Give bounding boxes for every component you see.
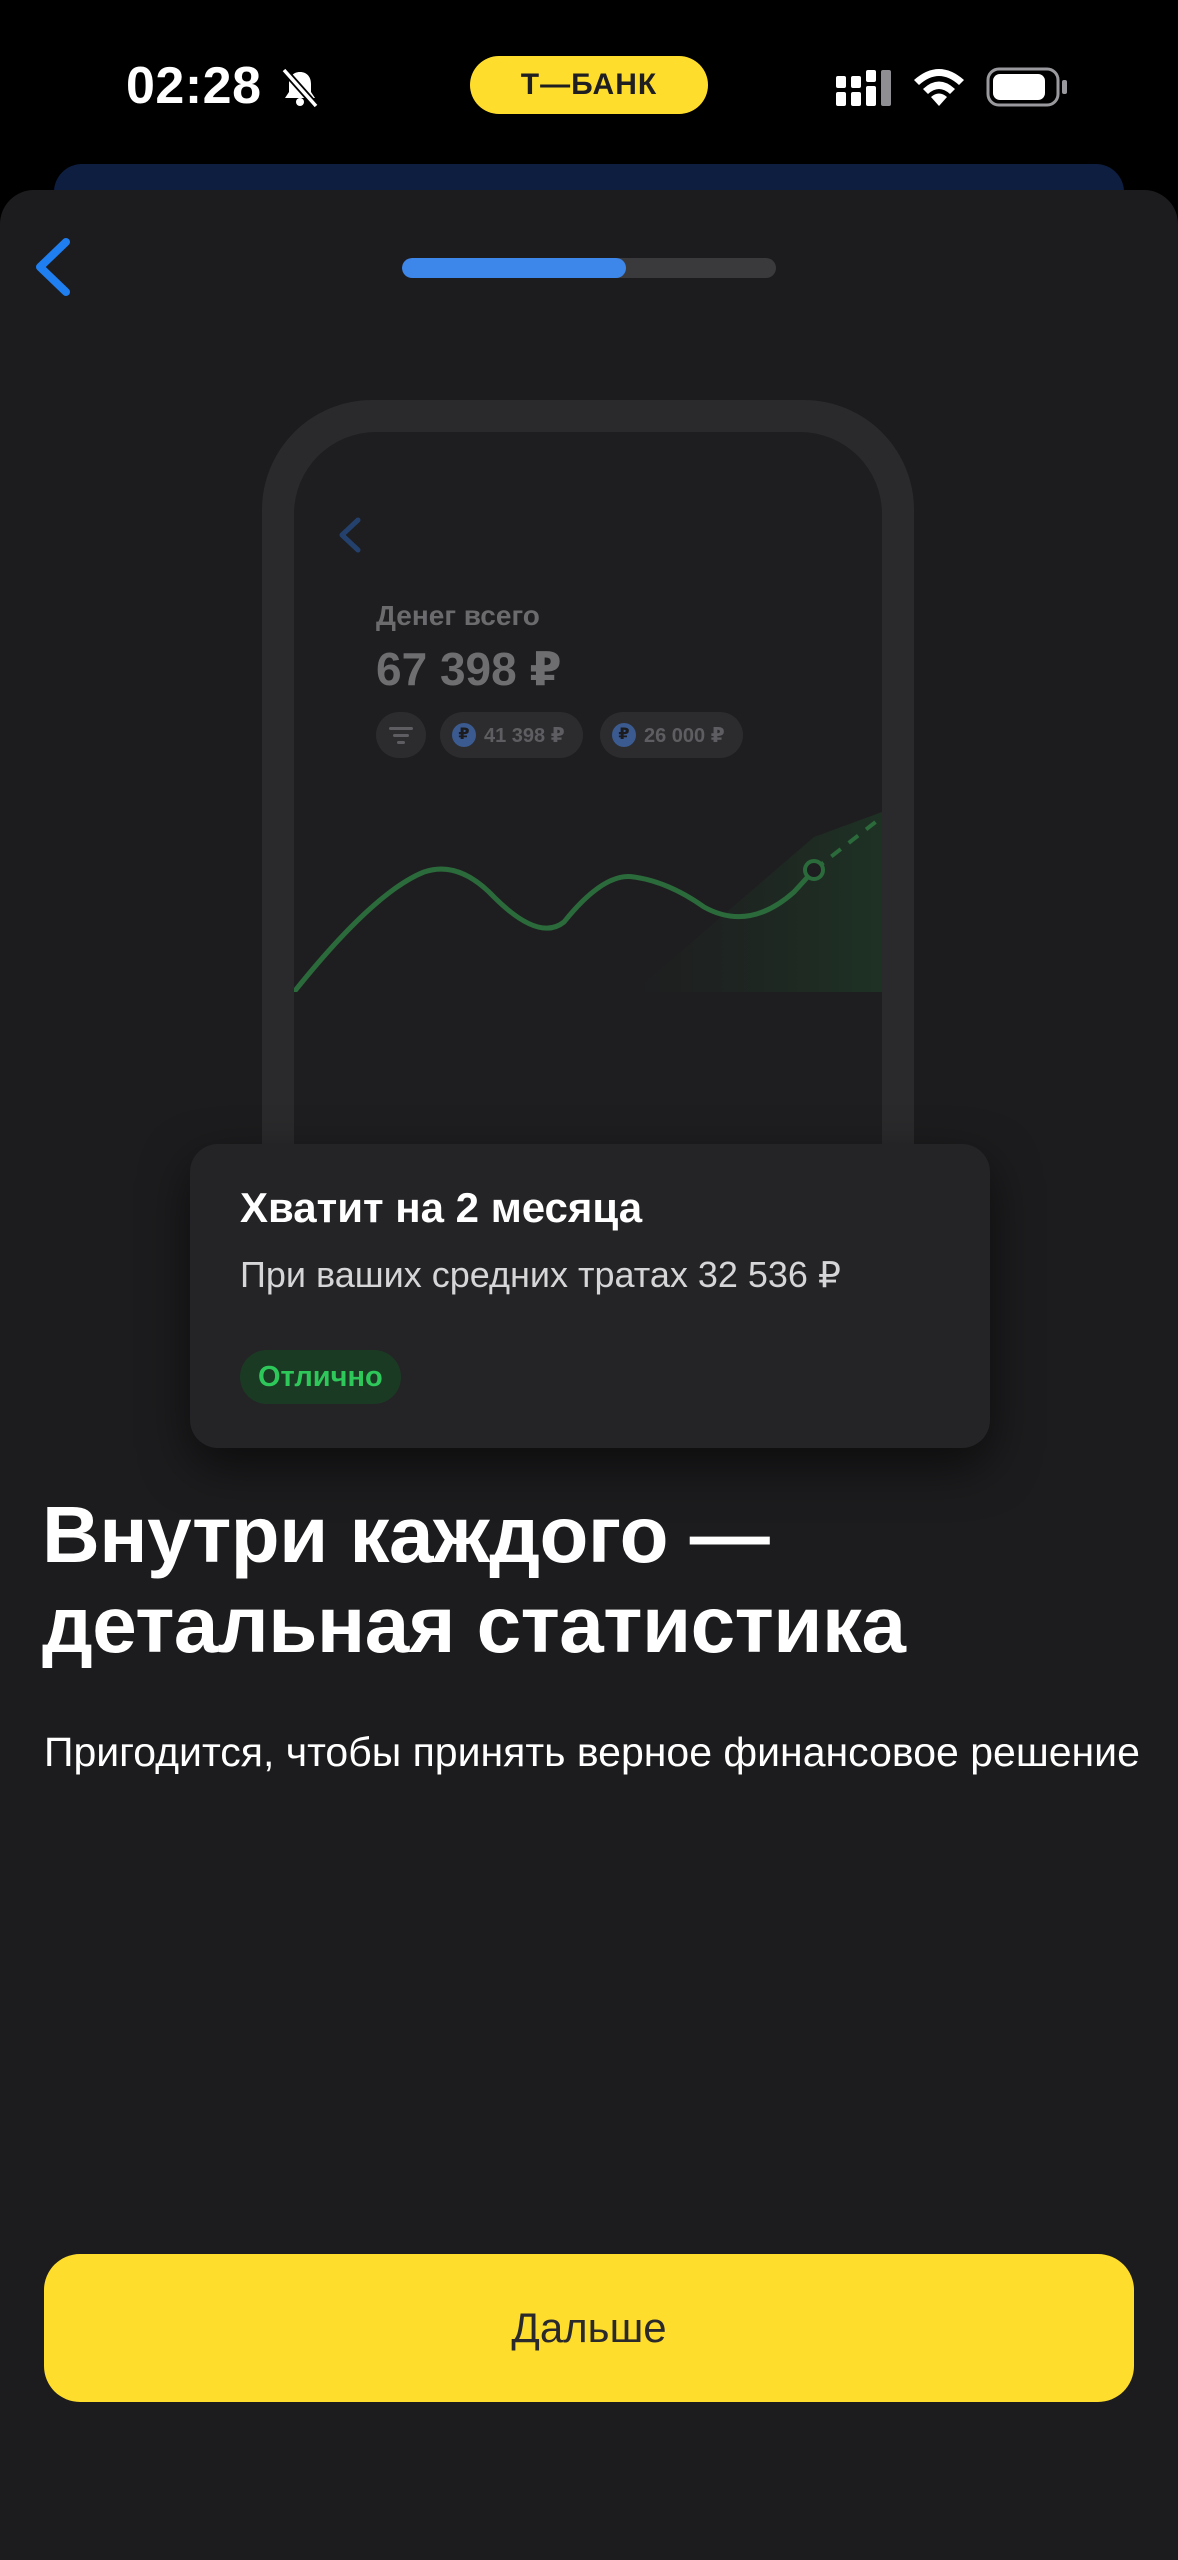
- status-bar: 02:28 Т—БАНК: [0, 0, 1178, 165]
- bell-muted-icon: [281, 67, 319, 109]
- brand-badge: Т—БАНК: [470, 56, 708, 114]
- status-time: 02:28: [126, 57, 262, 115]
- onboarding-sheet: Денег всего 67 398 ₽ ₽ 41 398 ₽ ₽ 26 000…: [0, 190, 1178, 2560]
- chevron-left-icon: [339, 517, 361, 553]
- forecast-title: Хватит на 2 месяца: [240, 1184, 643, 1231]
- total-money-label: Денег всего: [376, 600, 540, 631]
- next-button[interactable]: Дальше: [44, 2254, 1134, 2402]
- page-title-line-2: детальная статистика: [42, 1580, 906, 1669]
- forecast-subtitle: При ваших средних тратах 32 536 ₽: [240, 1254, 841, 1295]
- signal-icon: [836, 70, 891, 106]
- total-money-amount: 67 398 ₽: [376, 643, 562, 695]
- page-title-line-1: Внутри каждого —: [42, 1490, 770, 1579]
- battery-icon: [986, 67, 1067, 107]
- progress-fill: [402, 258, 627, 278]
- onboarding-progress: [402, 258, 776, 278]
- page-title: Внутри каждого — детальная статистика: [42, 1490, 1142, 1670]
- forecast-card: Хватит на 2 месяца При ваших средних тра…: [190, 1144, 990, 1448]
- chevron-left-icon[interactable]: [28, 232, 80, 302]
- balance-trend-chart: [294, 812, 882, 992]
- wifi-icon: [914, 69, 964, 106]
- status-badge: Отлично: [240, 1350, 401, 1404]
- page-description: Пригодится, чтобы принять верное финансо…: [44, 1729, 1140, 1775]
